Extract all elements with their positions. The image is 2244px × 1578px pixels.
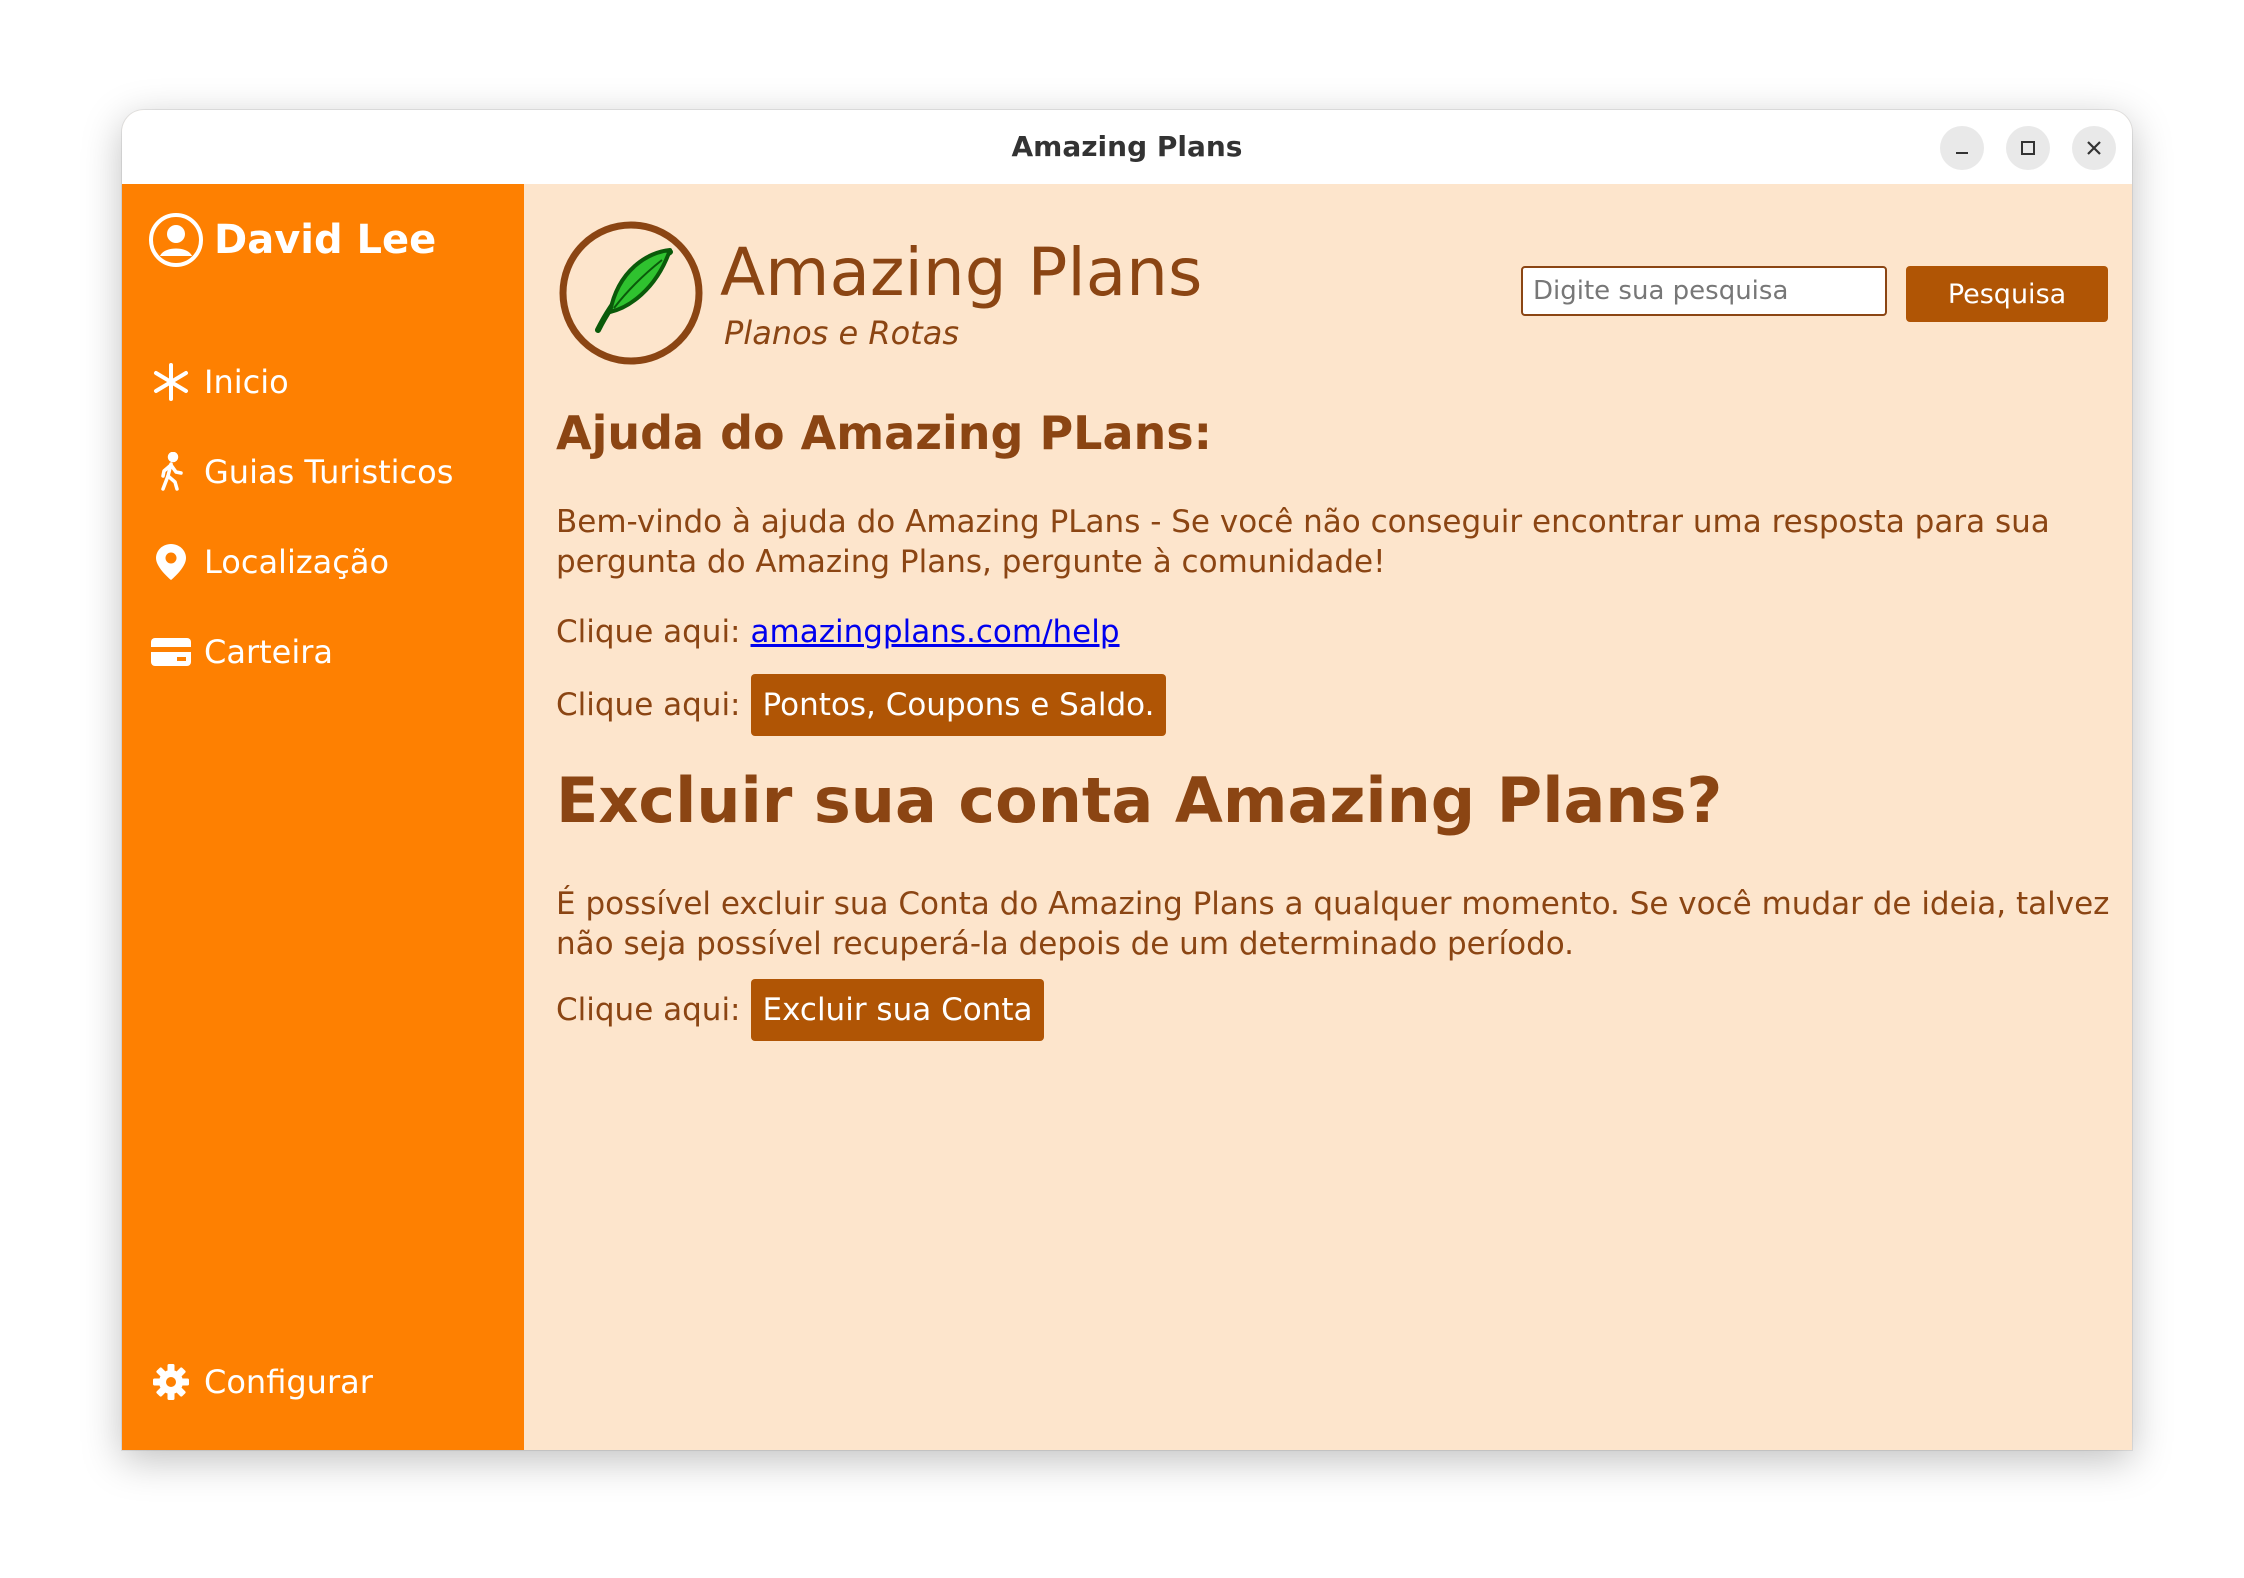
search-input[interactable] bbox=[1521, 266, 1887, 316]
sidebar-item-label: Configurar bbox=[204, 1363, 373, 1401]
user-circle-icon bbox=[149, 213, 203, 267]
walking-person-icon bbox=[150, 451, 192, 493]
gear-icon bbox=[150, 1361, 192, 1403]
brand-title: Amazing Plans bbox=[720, 234, 1203, 311]
sidebar-item-configurar[interactable]: Configurar bbox=[150, 1354, 373, 1410]
minimize-button[interactable] bbox=[1940, 126, 1984, 170]
delete-account-prefix: Clique aqui: bbox=[556, 992, 741, 1028]
points-coupons-button[interactable]: Pontos, Coupons e Saldo. bbox=[750, 674, 1167, 736]
sidebar-item-label: Guias Turisticos bbox=[204, 453, 454, 491]
main-content: Amazing Plans Planos e Rotas Pesquisa Aj… bbox=[524, 184, 2132, 1450]
user-name: David Lee bbox=[214, 217, 437, 263]
sidebar-item-label: Carteira bbox=[204, 633, 333, 671]
delete-account-title: Excluir sua conta Amazing Plans? bbox=[556, 764, 1723, 837]
delete-account-button[interactable]: Excluir sua Conta bbox=[750, 979, 1045, 1041]
delete-account-row: Clique aqui: Excluir sua Conta bbox=[556, 979, 1045, 1041]
minimize-icon bbox=[1956, 152, 1968, 154]
sidebar-item-carteira[interactable]: Carteira bbox=[150, 624, 333, 680]
title-bar: Amazing Plans bbox=[122, 110, 2132, 185]
wallet-card-icon bbox=[150, 631, 192, 673]
delete-account-text: É possível excluir sua Conta do Amazing … bbox=[556, 886, 2110, 962]
window-title: Amazing Plans bbox=[1011, 130, 1243, 163]
sidebar-item-inicio[interactable]: Inicio bbox=[150, 354, 289, 410]
sidebar: David Lee Inicio Guias Turisticos Locali… bbox=[122, 184, 524, 1450]
app-window: Amazing Plans David Lee Inicio Guias Tur… bbox=[122, 110, 2132, 1450]
help-link-prefix: Clique aqui: bbox=[556, 614, 741, 650]
close-button[interactable] bbox=[2072, 126, 2116, 170]
help-title: Ajuda do Amazing PLans: bbox=[556, 406, 1213, 460]
sidebar-item-label: Inicio bbox=[204, 363, 289, 401]
close-icon bbox=[2087, 141, 2101, 155]
sidebar-item-guias-turisticos[interactable]: Guias Turisticos bbox=[150, 444, 453, 500]
help-link-row: Clique aqui: amazingplans.com/help bbox=[556, 610, 1120, 654]
map-pin-icon bbox=[150, 541, 192, 583]
help-intro: Bem-vindo à ajuda do Amazing PLans - Se … bbox=[556, 504, 2050, 580]
search-button[interactable]: Pesquisa bbox=[1906, 266, 2108, 322]
brand-tagline: Planos e Rotas bbox=[724, 314, 959, 352]
sidebar-item-localizacao[interactable]: Localização bbox=[150, 534, 389, 590]
feather-icon bbox=[559, 221, 703, 365]
asterisk-icon bbox=[150, 361, 192, 403]
maximize-icon bbox=[2021, 141, 2035, 155]
user-profile[interactable]: David Lee bbox=[148, 210, 436, 270]
maximize-button[interactable] bbox=[2006, 126, 2050, 170]
help-link[interactable]: amazingplans.com/help bbox=[751, 614, 1120, 650]
points-row: Clique aqui: Pontos, Coupons e Saldo. bbox=[556, 674, 1167, 736]
sidebar-item-label: Localização bbox=[204, 543, 390, 581]
points-prefix: Clique aqui: bbox=[556, 687, 741, 723]
